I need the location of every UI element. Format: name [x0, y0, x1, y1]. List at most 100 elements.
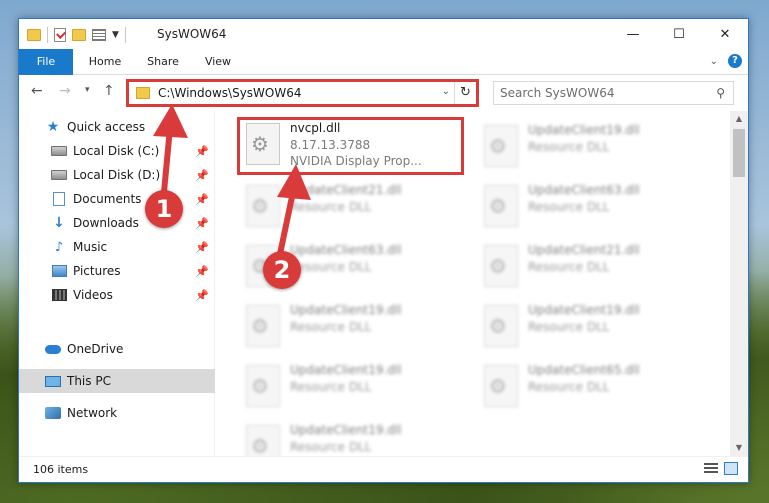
file-type: Resource DLL: [528, 200, 610, 214]
properties-icon[interactable]: [92, 29, 106, 41]
pin-icon[interactable]: 📌: [195, 265, 209, 278]
window-controls: — ☐ ✕: [610, 19, 748, 49]
tab-view[interactable]: View: [195, 49, 241, 75]
details-view-icon[interactable]: [704, 463, 718, 475]
file-tile[interactable]: UpdateClient19.dll Resource DLL: [240, 359, 468, 413]
file-tile[interactable]: UpdateClient21.dll Resource DLL: [478, 239, 706, 293]
new-folder-icon[interactable]: [72, 29, 86, 41]
address-bar[interactable]: C:\Windows\SysWOW64 ⌄ ↻: [127, 81, 477, 105]
title-bar: ▼ SysWOW64 — ☐ ✕: [19, 19, 748, 49]
file-type: Resource DLL: [290, 260, 372, 274]
sidebar-item-local-disk-d[interactable]: Local Disk (D:) 📌: [19, 163, 215, 187]
sidebar-item-pictures[interactable]: Pictures 📌: [19, 259, 215, 283]
close-button[interactable]: ✕: [702, 19, 748, 49]
quick-access-toolbar: ▼: [27, 26, 126, 44]
scroll-up-arrow-icon[interactable]: ▲: [730, 111, 748, 127]
pin-icon[interactable]: 📌: [195, 289, 209, 302]
search-box[interactable]: ⚲: [493, 81, 734, 105]
expand-ribbon-chevron-icon[interactable]: ⌄: [710, 56, 718, 67]
file-tile-nvcpl[interactable]: nvcpl.dll 8.17.13.3788 NVIDIA Display Pr…: [240, 117, 468, 171]
sidebar-item-videos[interactable]: Videos 📌: [19, 283, 215, 307]
file-tile[interactable]: UpdateClient21.dll Resource DLL: [240, 179, 468, 233]
sidebar-item-label: Network: [67, 406, 118, 420]
tab-share[interactable]: Share: [137, 49, 189, 75]
ribbon-right-controls: ⌄ ?: [710, 54, 742, 68]
file-tile[interactable]: UpdateClient19.dll Resource DLL: [478, 119, 706, 173]
file-name: UpdateClient63.dll: [290, 243, 402, 257]
sidebar-item-label: Pictures: [73, 264, 121, 278]
file-version: 8.17.13.3788: [290, 138, 371, 152]
file-tile[interactable]: UpdateClient63.dll Resource DLL: [478, 179, 706, 233]
file-tile[interactable]: UpdateClient65.dll Resource DLL: [478, 359, 706, 413]
vertical-scrollbar[interactable]: ▲ ▼: [730, 111, 748, 456]
tab-file[interactable]: File: [19, 49, 73, 75]
videos-icon: [51, 288, 67, 302]
file-type: Resource DLL: [290, 440, 372, 454]
address-dropdown-chevron-icon[interactable]: ⌄: [442, 86, 450, 97]
sidebar-item-label: Documents: [73, 192, 142, 206]
disk-icon: [51, 168, 67, 182]
sidebar-item-this-pc[interactable]: This PC: [19, 369, 215, 393]
back-button[interactable]: ←: [31, 83, 43, 99]
up-button[interactable]: ↑: [103, 83, 115, 99]
dll-file-icon: [246, 365, 280, 407]
sidebar-item-label: Videos: [73, 288, 113, 302]
this-pc-icon: [45, 374, 61, 388]
dll-file-icon: [484, 365, 518, 407]
recent-locations-button[interactable]: ▾: [85, 85, 90, 95]
sidebar-item-downloads[interactable]: ↓ Downloads 📌: [19, 211, 215, 235]
sidebar-item-music[interactable]: ♪ Music 📌: [19, 235, 215, 259]
file-tile[interactable]: UpdateClient19.dll Resource DLL: [478, 299, 706, 353]
address-path[interactable]: C:\Windows\SysWOW64: [158, 86, 302, 100]
sidebar-item-network[interactable]: Network: [19, 401, 215, 425]
file-type: Resource DLL: [528, 260, 610, 274]
search-icon[interactable]: ⚲: [716, 86, 725, 100]
file-name: UpdateClient19.dll: [528, 123, 640, 137]
file-name: UpdateClient19.dll: [528, 303, 640, 317]
minimize-button[interactable]: —: [610, 19, 656, 49]
navigation-bar: ← → ▾ ↑ C:\Windows\SysWOW64 ⌄ ↻ ⚲: [19, 75, 748, 111]
downloads-icon: ↓: [53, 215, 65, 231]
documents-icon: [51, 192, 67, 206]
status-bar: 106 items: [19, 456, 748, 482]
properties-check-icon[interactable]: [54, 28, 66, 42]
search-input[interactable]: [500, 85, 700, 101]
dll-file-icon: [484, 245, 518, 287]
file-type: Resource DLL: [528, 320, 610, 334]
sidebar-item-onedrive[interactable]: OneDrive: [19, 337, 215, 361]
file-type: Resource DLL: [290, 320, 372, 334]
refresh-button[interactable]: ↻: [454, 82, 476, 104]
dll-file-icon: [484, 185, 518, 227]
item-count: 106 items: [33, 463, 89, 476]
file-name: UpdateClient21.dll: [290, 183, 402, 197]
scrollbar-thumb[interactable]: [733, 129, 745, 177]
folder-icon: [136, 87, 150, 99]
dll-file-icon: [246, 123, 280, 165]
annotation-step-1-badge: 1: [145, 190, 183, 228]
pin-icon[interactable]: 📌: [195, 193, 209, 206]
sidebar-item-local-disk-c[interactable]: Local Disk (C:) 📌: [19, 139, 215, 163]
tab-home[interactable]: Home: [79, 49, 131, 75]
pin-icon[interactable]: 📌: [195, 145, 209, 158]
file-tile[interactable]: UpdateClient19.dll Resource DLL: [240, 419, 468, 456]
file-type: Resource DLL: [528, 380, 610, 394]
file-name: UpdateClient19.dll: [290, 363, 402, 377]
pin-icon[interactable]: 📌: [195, 169, 209, 182]
pin-icon[interactable]: 📌: [195, 241, 209, 254]
sidebar-item-label: Local Disk (C:): [73, 144, 160, 158]
toolbar-separator: [47, 27, 48, 43]
sidebar-item-quick-access[interactable]: ★ Quick access: [19, 115, 215, 139]
scroll-down-arrow-icon[interactable]: ▼: [730, 440, 748, 456]
forward-button[interactable]: →: [59, 83, 71, 99]
tiles-view-icon[interactable]: [724, 462, 738, 475]
sidebar-item-documents[interactable]: Documents 📌: [19, 187, 215, 211]
sidebar-item-label: Music: [73, 240, 108, 254]
pin-icon[interactable]: 📌: [195, 217, 209, 230]
dll-file-icon: [484, 305, 518, 347]
file-tile[interactable]: UpdateClient19.dll Resource DLL: [240, 299, 468, 353]
file-type: Resource DLL: [290, 380, 372, 394]
customize-toolbar-chevron-icon[interactable]: ▼: [112, 30, 119, 40]
help-icon[interactable]: ?: [728, 54, 742, 68]
toolbar-separator: [124, 27, 126, 43]
maximize-button[interactable]: ☐: [656, 19, 702, 49]
